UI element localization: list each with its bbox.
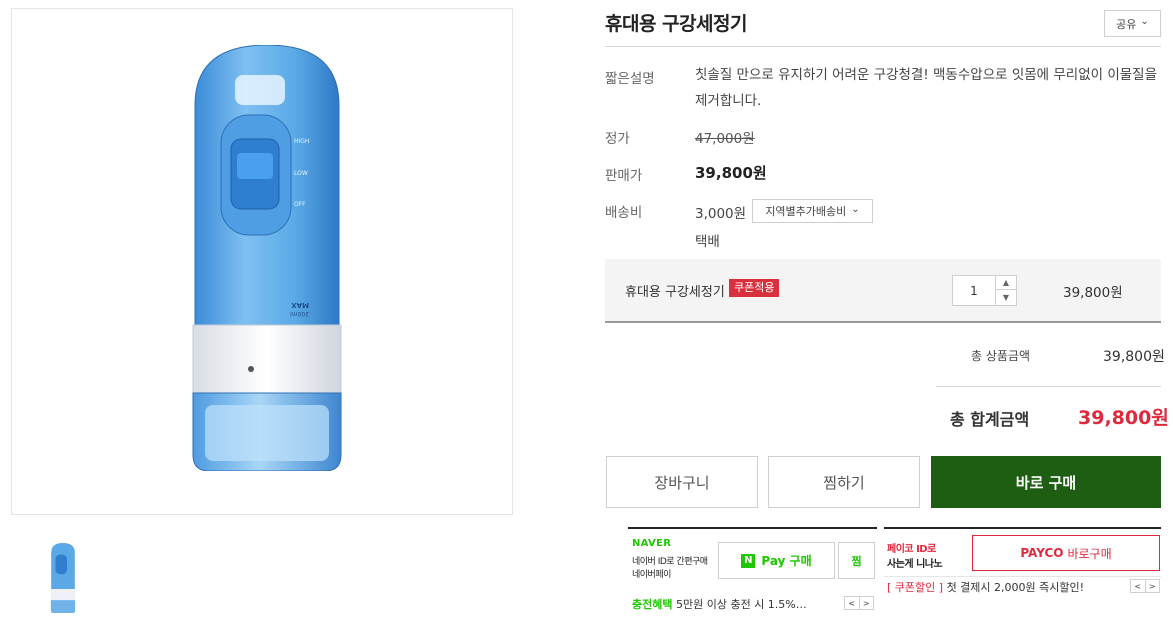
payco-promo-tag: [ 쿠폰할인 ] — [887, 581, 944, 594]
short-desc-label: 짧은설명 — [605, 71, 655, 87]
arrow-down-icon: ▼ — [1002, 293, 1010, 302]
next-icon[interactable]: > — [1144, 580, 1160, 592]
payco-promo: [ 쿠폰할인 ] 첫 결제시 2,000원 즉시할인! — [887, 579, 1084, 595]
quantity-stepper: ▲ ▼ — [952, 275, 1017, 306]
sale-price: 39,800원 — [695, 164, 767, 182]
total-divider — [936, 386, 1161, 387]
add-to-cart-button[interactable]: 장바구니 — [606, 456, 758, 508]
naver-tagline: 네이버 ID로 간편구매 — [632, 557, 708, 567]
selected-option-row: 휴대용 구강세정기 쿠폰적용 ▲ ▼ 39,800원 — [605, 259, 1161, 323]
buy-now-button[interactable]: 바로 구매 — [931, 456, 1161, 508]
option-price: 39,800원 — [1063, 285, 1123, 301]
prev-icon[interactable]: < — [845, 597, 859, 609]
product-title: 휴대용 구강세정기 — [605, 13, 747, 35]
naver-promo: 충전혜택 5만원 이상 충전 시 1.5%… — [632, 596, 807, 612]
volume-label: 200ml — [290, 310, 309, 317]
quantity-down-button[interactable]: ▼ — [995, 290, 1016, 305]
share-label: 공유 — [1116, 17, 1137, 31]
oral-irrigator-image: HIGH LOW OFF MAX 200ml — [192, 45, 342, 471]
off-label: OFF — [294, 201, 306, 208]
original-price: 47,000원 — [695, 131, 755, 147]
arrow-up-icon: ▲ — [1002, 278, 1010, 287]
payco-slogan: 사는게 니나노 — [887, 559, 943, 570]
naver-pay-name: 네이버페이 — [632, 570, 671, 580]
title-divider — [605, 46, 1161, 47]
next-icon[interactable]: > — [858, 597, 874, 609]
share-button[interactable]: 공유 ⌄ — [1104, 10, 1161, 37]
naver-promo-pager: < > — [844, 596, 874, 610]
short-desc-text: 칫솔질 만으로 유지하기 어려운 구강청결! 맥동수압으로 잇몸에 무리없이 이… — [695, 67, 1158, 109]
npay-icon: N — [741, 553, 756, 568]
naver-pay-buy-button[interactable]: N Pay 구매 — [718, 542, 835, 579]
regional-shipping-label: 지역별추가배송비 — [765, 205, 847, 218]
payco-brand: PAYCO — [1020, 546, 1064, 560]
wishlist-button[interactable]: 찜하기 — [768, 456, 920, 508]
thumbnail-image — [50, 543, 76, 613]
max-label: MAX — [291, 301, 309, 309]
low-label: LOW — [294, 170, 308, 177]
price-label: 정가 — [605, 131, 630, 147]
product-thumbnail[interactable] — [12, 528, 102, 618]
regional-shipping-dropdown[interactable]: 지역별추가배송비 ⌄ — [752, 199, 873, 223]
payco-buy-label: 바로구매 — [1067, 546, 1112, 561]
subtotal-value: 39,800원 — [1103, 349, 1165, 365]
high-label: HIGH — [294, 138, 309, 145]
payco-tagline: 페이코 ID로 — [887, 544, 936, 555]
product-main-image: HIGH LOW OFF MAX 200ml — [11, 8, 513, 515]
coupon-badge: 쿠폰적용 — [729, 279, 780, 297]
shipping-method: 택배 — [695, 234, 720, 250]
subtotal-label: 총 상품금액 — [971, 349, 1031, 363]
payco-promo-pager: < > — [1130, 579, 1160, 593]
chevron-down-icon: ⌄ — [851, 203, 860, 215]
naver-logo: NAVER — [632, 538, 672, 549]
shipping-label: 배송비 — [605, 205, 643, 221]
quantity-up-button[interactable]: ▲ — [995, 276, 1016, 290]
prev-icon[interactable]: < — [1131, 580, 1145, 592]
shipping-fee: 3,000원 — [695, 206, 747, 222]
naver-wishlist-button[interactable]: 찜 — [838, 542, 875, 579]
total-value: 39,800원 — [1078, 407, 1169, 429]
naver-promo-text: 5만원 이상 충전 시 1.5%… — [675, 598, 807, 611]
total-label: 총 합계금액 — [950, 410, 1030, 429]
payco-buy-button[interactable]: PAYCO 바로구매 — [972, 535, 1160, 571]
quantity-input[interactable] — [953, 276, 995, 305]
sale-price-label: 판매가 — [605, 168, 643, 184]
payco-promo-text: 첫 결제시 2,000원 즉시할인! — [946, 581, 1085, 594]
option-name: 휴대용 구강세정기 — [625, 285, 725, 300]
naver-promo-highlight: 충전혜택 — [632, 598, 673, 611]
payco-box: 페이코 ID로 사는게 니나노 PAYCO 바로구매 — [884, 527, 1161, 577]
naver-pay-box: NAVER 네이버 ID로 간편구매 네이버페이 N Pay 구매 찜 — [628, 527, 877, 587]
chevron-down-icon: ⌄ — [1140, 16, 1149, 27]
npay-label: Pay 구매 — [761, 554, 812, 568]
